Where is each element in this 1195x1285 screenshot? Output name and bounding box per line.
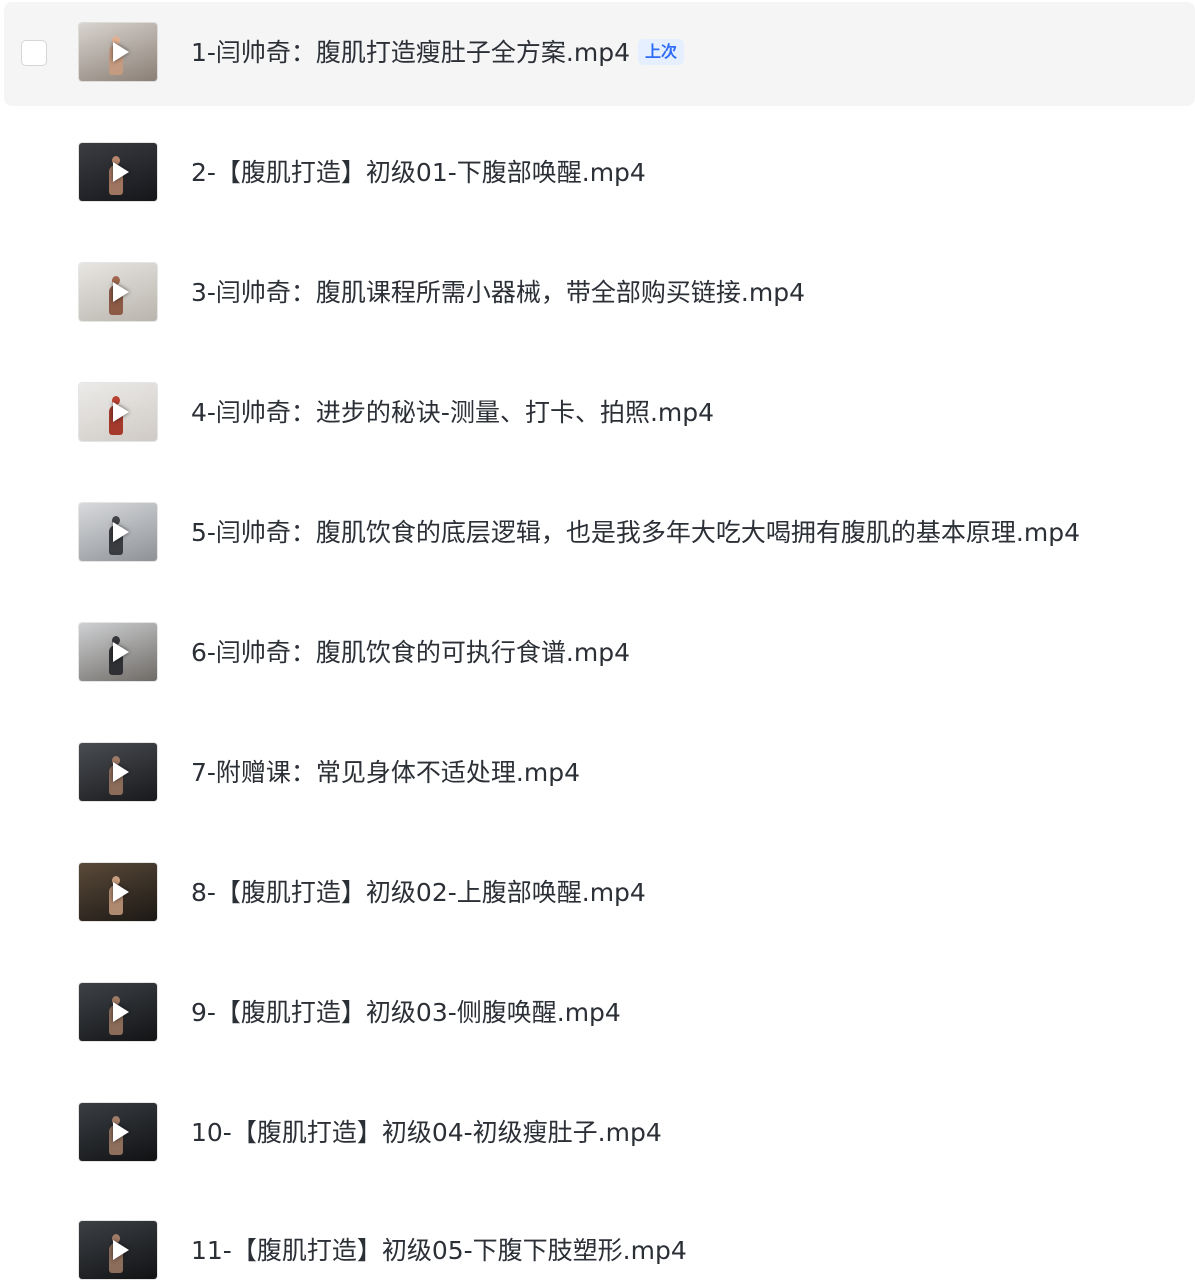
file-name[interactable]: 8-【腹肌打造】初级02-上腹部唤醒.mp4: [191, 874, 646, 912]
file-list: 1-闫帅奇：腹肌打造瘦肚子全方案.mp4 上次 2-【腹肌打造】初级01-下腹部唤…: [0, 0, 1195, 1285]
play-icon: [113, 642, 129, 662]
file-row[interactable]: 11-【腹肌打造】初级05-下腹下肢塑形.mp4: [4, 1181, 1195, 1285]
file-name-text: 1-闫帅奇：腹肌打造瘦肚子全方案.mp4: [191, 38, 631, 67]
video-thumbnail[interactable]: [79, 863, 157, 921]
file-name[interactable]: 2-【腹肌打造】初级01-下腹部唤醒.mp4: [191, 154, 646, 192]
video-thumbnail[interactable]: [79, 263, 157, 321]
video-thumbnail[interactable]: [79, 623, 157, 681]
video-thumbnail[interactable]: [79, 983, 157, 1041]
play-icon: [113, 282, 129, 302]
file-name[interactable]: 11-【腹肌打造】初级05-下腹下肢塑形.mp4: [191, 1232, 687, 1270]
play-icon: [113, 402, 129, 422]
file-row[interactable]: 7-附赠课：常见身体不适处理.mp4: [4, 722, 1195, 826]
video-thumbnail[interactable]: [79, 23, 157, 81]
file-row[interactable]: 9-【腹肌打造】初级03-侧腹唤醒.mp4: [4, 962, 1195, 1066]
play-icon: [113, 1122, 129, 1142]
file-name[interactable]: 6-闫帅奇：腹肌饮食的可执行食谱.mp4: [191, 634, 630, 672]
file-name[interactable]: 5-闫帅奇：腹肌饮食的底层逻辑，也是我多年大吃大喝拥有腹肌的基本原理.mp4: [191, 514, 1080, 552]
file-row[interactable]: 8-【腹肌打造】初级02-上腹部唤醒.mp4: [4, 842, 1195, 946]
video-thumbnail[interactable]: [79, 383, 157, 441]
video-thumbnail[interactable]: [79, 143, 157, 201]
video-thumbnail[interactable]: [79, 743, 157, 801]
file-name[interactable]: 1-闫帅奇：腹肌打造瘦肚子全方案.mp4 上次: [191, 34, 685, 72]
play-icon: [113, 882, 129, 902]
play-icon: [113, 522, 129, 542]
file-row[interactable]: 5-闫帅奇：腹肌饮食的底层逻辑，也是我多年大吃大喝拥有腹肌的基本原理.mp4: [4, 482, 1195, 586]
play-icon: [113, 42, 129, 62]
file-name[interactable]: 9-【腹肌打造】初级03-侧腹唤醒.mp4: [191, 994, 621, 1032]
play-icon: [113, 762, 129, 782]
file-name[interactable]: 10-【腹肌打造】初级04-初级瘦肚子.mp4: [191, 1114, 662, 1152]
file-name[interactable]: 7-附赠课：常见身体不适处理.mp4: [191, 754, 580, 792]
play-icon: [113, 162, 129, 182]
file-row[interactable]: 1-闫帅奇：腹肌打造瘦肚子全方案.mp4 上次: [4, 2, 1195, 106]
video-thumbnail[interactable]: [79, 1103, 157, 1161]
last-viewed-badge: 上次: [638, 39, 685, 65]
file-row[interactable]: 2-【腹肌打造】初级01-下腹部唤醒.mp4: [4, 122, 1195, 226]
row-checkbox[interactable]: [21, 40, 47, 66]
file-row[interactable]: 6-闫帅奇：腹肌饮食的可执行食谱.mp4: [4, 602, 1195, 706]
video-thumbnail[interactable]: [79, 503, 157, 561]
file-name[interactable]: 3-闫帅奇：腹肌课程所需小器械，带全部购买链接.mp4: [191, 274, 805, 312]
file-row[interactable]: 10-【腹肌打造】初级04-初级瘦肚子.mp4: [4, 1082, 1195, 1186]
play-icon: [113, 1240, 129, 1260]
play-icon: [113, 1002, 129, 1022]
file-row[interactable]: 4-闫帅奇：进步的秘诀-测量、打卡、拍照.mp4: [4, 362, 1195, 466]
video-thumbnail[interactable]: [79, 1221, 157, 1279]
file-row[interactable]: 3-闫帅奇：腹肌课程所需小器械，带全部购买链接.mp4: [4, 242, 1195, 346]
file-name[interactable]: 4-闫帅奇：进步的秘诀-测量、打卡、拍照.mp4: [191, 394, 714, 432]
